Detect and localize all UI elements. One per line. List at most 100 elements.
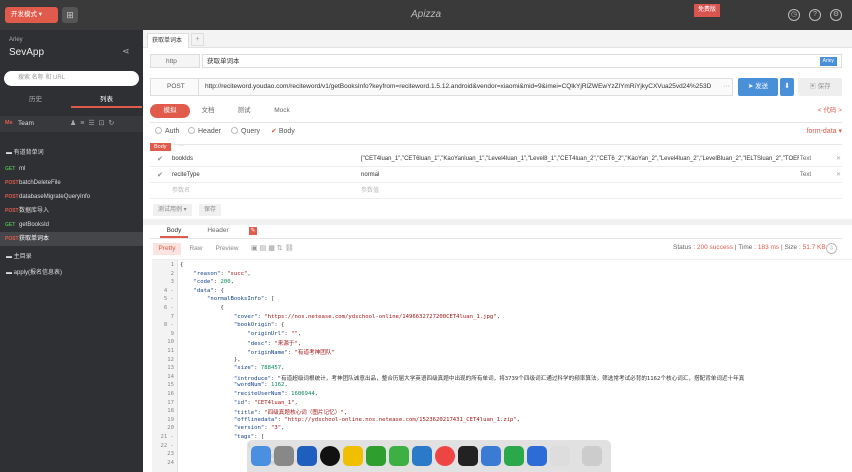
list-item[interactable]: POSTdatabaseMigrateQueryInfo xyxy=(0,190,143,204)
check-icon: ✔ xyxy=(271,128,279,135)
send-button[interactable]: ➤ 发送 xyxy=(738,78,778,96)
dir-item[interactable]: ▬ apply(报名信息表) xyxy=(0,266,143,280)
help-icon[interactable]: ? xyxy=(809,9,821,21)
list-item[interactable]: GET ml xyxy=(0,162,143,176)
save-button[interactable]: ▣ 保存 xyxy=(798,78,842,96)
folder-label: 有道背单词 xyxy=(13,150,44,156)
sidebar: Arley SevApp ⋖ 搜索 名称 和 URL 历史 列表 Me Team… xyxy=(0,30,143,472)
safari-icon[interactable] xyxy=(297,446,317,466)
save-label: 保存 xyxy=(817,83,831,90)
list-item[interactable]: GET getBooksId xyxy=(0,218,143,232)
tab-response-header[interactable]: Header xyxy=(200,224,236,238)
tab-mock[interactable]: Mock xyxy=(268,104,296,118)
line-number: 10 xyxy=(167,339,174,346)
tab-raw[interactable]: Raw xyxy=(185,243,207,255)
clock-icon[interactable]: ◷ xyxy=(788,9,800,21)
param-type[interactable]: Text xyxy=(800,152,824,167)
tab-simulate[interactable]: 模拟 xyxy=(150,104,190,118)
folder-icon: ▬ xyxy=(6,270,14,276)
param-key[interactable]: reciteType xyxy=(172,168,200,183)
app-icon[interactable] xyxy=(550,446,570,466)
add-tab-button[interactable]: + xyxy=(191,33,204,46)
body-more[interactable]: ··· xyxy=(178,143,184,149)
code-line: "version": "3", xyxy=(233,425,285,432)
line-number: 9 xyxy=(170,330,174,337)
tab-body[interactable]: ✔ Body xyxy=(271,127,295,135)
delete-icon[interactable]: ✕ xyxy=(836,152,841,167)
vscode-icon[interactable] xyxy=(412,446,432,466)
team-row[interactable]: Me Team ♟≡☰⊡↻ xyxy=(0,116,143,132)
trash-icon[interactable] xyxy=(582,446,602,466)
tab-list[interactable]: 列表 xyxy=(71,92,142,108)
messages-icon[interactable] xyxy=(389,446,409,466)
request-name-input[interactable]: 获取单词本 Arley xyxy=(202,54,842,68)
url-input[interactable]: http://reciteword.youdao.com/reciteword/… xyxy=(205,79,713,95)
param-value[interactable]: ["CET4luan_1","CET6luan_1","KaoYanluan_1… xyxy=(361,152,799,167)
tab-test[interactable]: 测试 xyxy=(230,104,258,118)
terminal-icon[interactable] xyxy=(458,446,478,466)
postman-icon[interactable] xyxy=(481,446,501,466)
line-number: 5 - xyxy=(163,296,174,303)
request-tab[interactable]: 获取单词本 xyxy=(147,33,189,48)
test-case-button[interactable]: 测试用例 ▾ xyxy=(153,204,192,216)
settings-icon[interactable]: ⚙ xyxy=(830,9,842,21)
chrome-icon[interactable] xyxy=(435,446,455,466)
tab-response-body[interactable]: Body xyxy=(160,224,188,238)
folder-item[interactable]: ▬ 有道背单词 xyxy=(0,146,143,160)
team-toolbar-icons[interactable]: ♟≡☰⊡↻ xyxy=(70,119,118,127)
mode-tabs: 模拟 文档 测试 Mock < 代码 > xyxy=(150,104,842,118)
tab-header[interactable]: Header xyxy=(188,127,221,135)
save-params-button[interactable]: 保存 xyxy=(199,204,222,216)
section-divider xyxy=(143,219,852,225)
share-icon[interactable]: ⋖ xyxy=(122,46,130,57)
method-label: GET xyxy=(5,166,16,172)
delete-icon[interactable]: ✕ xyxy=(836,168,841,183)
tab-preview[interactable]: Preview xyxy=(211,243,243,255)
sketch-icon[interactable] xyxy=(343,446,363,466)
item-label: 数据库导入 xyxy=(19,208,50,214)
method-select[interactable]: POST xyxy=(151,79,199,95)
code-line: "size": 788457, xyxy=(233,365,285,372)
tab-pretty[interactable]: Pretty xyxy=(153,243,181,255)
param-key[interactable]: bookIds xyxy=(172,152,193,167)
param-value[interactable]: normal xyxy=(361,168,799,183)
tab-docs[interactable]: 文档 xyxy=(194,104,222,118)
tab-auth[interactable]: Auth xyxy=(155,127,179,135)
free-version-badge[interactable]: 免费版 xyxy=(694,4,720,17)
send-dropdown-button[interactable]: ⬇ xyxy=(780,78,794,96)
word-icon[interactable] xyxy=(527,446,547,466)
search-input[interactable]: 搜索 名称 和 URL xyxy=(4,71,139,86)
response-toolbar-icons[interactable]: ▣▤▦⇅⛓ xyxy=(251,244,296,252)
line-number: 23 xyxy=(167,451,174,458)
check-icon[interactable]: ✔ xyxy=(157,172,164,179)
divider xyxy=(150,122,842,123)
qq-icon[interactable] xyxy=(320,446,340,466)
param-type[interactable]: Text xyxy=(800,168,824,183)
tab-history[interactable]: 历史 xyxy=(0,92,71,108)
edit-icon[interactable]: ✎ xyxy=(249,227,257,235)
protocol-select[interactable]: http xyxy=(150,54,200,68)
check-icon[interactable]: ✔ xyxy=(157,156,164,163)
wechat-icon[interactable] xyxy=(366,446,386,466)
code-link[interactable]: < 代码 > xyxy=(818,104,842,118)
save-icon: ▣ xyxy=(809,83,818,90)
form-mode-select[interactable]: form-data ▾ xyxy=(807,127,842,135)
value-placeholder[interactable]: 参数值 xyxy=(361,184,799,199)
list-item[interactable]: POSTbatchDeleteFile xyxy=(0,176,143,190)
url-more-button[interactable]: ··· xyxy=(723,83,730,90)
finder-icon[interactable] xyxy=(251,446,271,466)
dir-item[interactable]: ▬ 主目录 xyxy=(0,250,143,264)
line-number: 2 xyxy=(170,270,174,277)
key-placeholder[interactable]: 参数名 xyxy=(172,184,190,199)
radio-icon xyxy=(155,127,162,134)
download-icon[interactable]: ⇩ xyxy=(826,243,837,254)
list-item-selected[interactable]: POST获取单词本 xyxy=(0,232,143,246)
tab-body-label: Body xyxy=(278,128,295,135)
time-label: Time : xyxy=(738,244,757,251)
tab-query[interactable]: Query xyxy=(231,127,260,135)
list-item[interactable]: POST数据库导入 xyxy=(0,204,143,218)
radio-icon xyxy=(231,127,238,134)
launchpad-icon[interactable] xyxy=(274,446,294,466)
method-label: GET xyxy=(5,222,16,228)
hbuilder-icon[interactable] xyxy=(504,446,524,466)
